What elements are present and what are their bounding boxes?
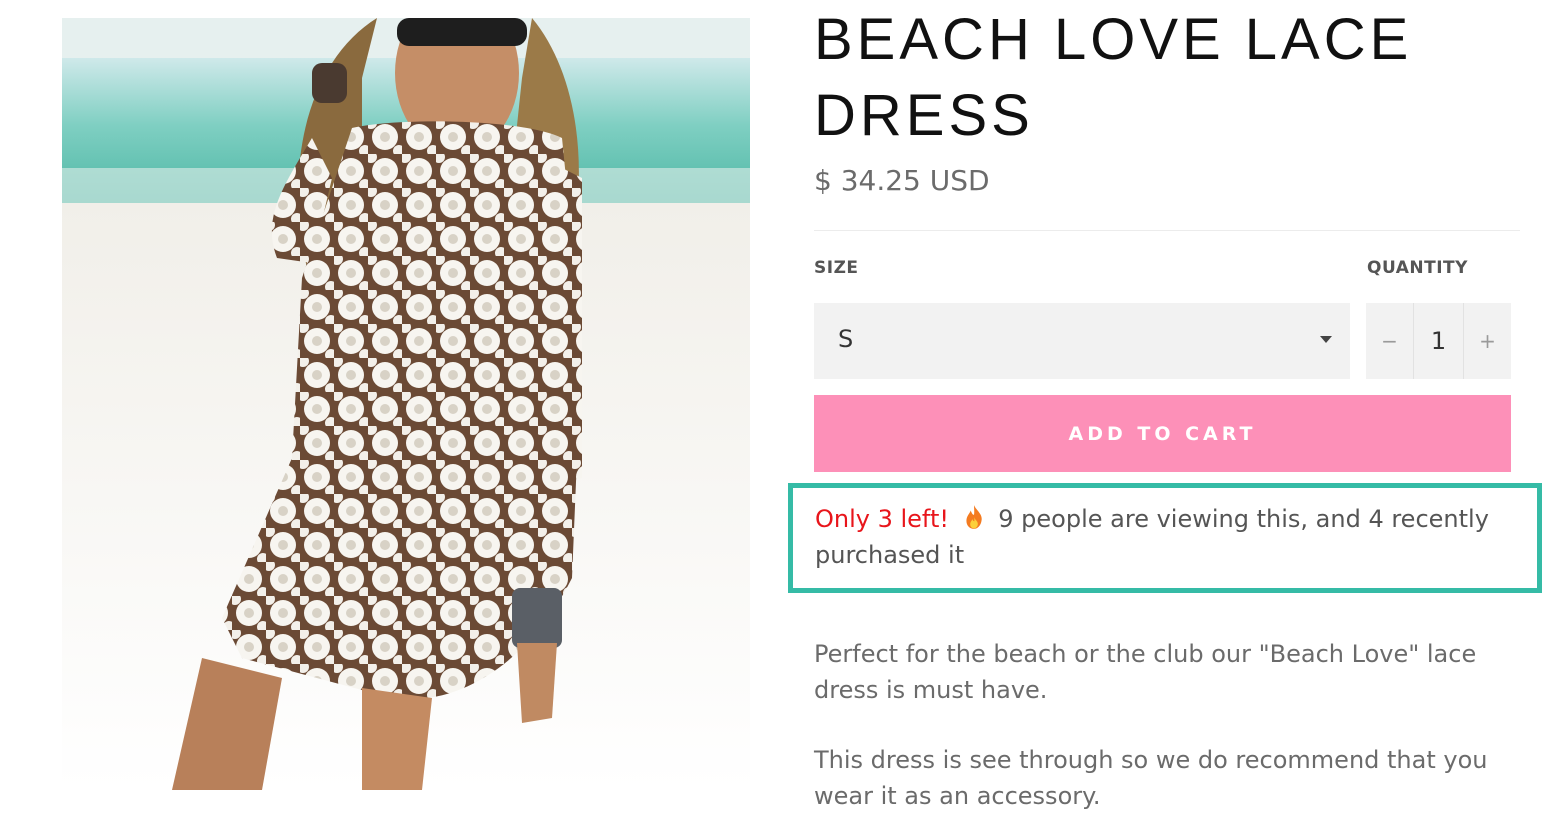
product-description-paragraph: Perfect for the beach or the club our "B…: [814, 640, 1477, 704]
add-to-cart-button[interactable]: ADD TO CART: [814, 395, 1511, 472]
quantity-input[interactable]: 1: [1413, 303, 1464, 379]
product-title-line1: BEACH LOVE LACE: [814, 7, 1413, 72]
size-label: SIZE: [814, 258, 859, 278]
scarcity-text: Only 3 left! 9 people are viewing this, …: [815, 501, 1515, 573]
scarcity-notice: Only 3 left! 9 people are viewing this, …: [788, 483, 1542, 593]
quantity-label: QUANTITY: [1367, 258, 1468, 278]
beach-photo: [62, 18, 750, 790]
divider: [814, 230, 1520, 231]
product-price: $ 34.25 USD: [814, 164, 990, 197]
fire-icon: [966, 505, 982, 529]
stock-warning: Only 3 left!: [815, 505, 949, 533]
product-title: BEACH LOVE LACE DRESS: [814, 2, 1514, 154]
quantity-increase-button[interactable]: +: [1464, 303, 1511, 379]
product-title-line2: DRESS: [814, 83, 1034, 148]
quantity-stepper: − 1 +: [1366, 303, 1511, 379]
caret-down-icon: [1320, 336, 1332, 343]
product-description-paragraph: This dress is see through so we do recom…: [814, 746, 1488, 810]
size-select[interactable]: S: [814, 303, 1350, 379]
quantity-decrease-button[interactable]: −: [1366, 303, 1413, 379]
size-select-value: S: [838, 325, 854, 353]
product-image[interactable]: [62, 18, 750, 790]
product-page: BEACH LOVE LACE DRESS $ 34.25 USD SIZE Q…: [0, 0, 1560, 828]
